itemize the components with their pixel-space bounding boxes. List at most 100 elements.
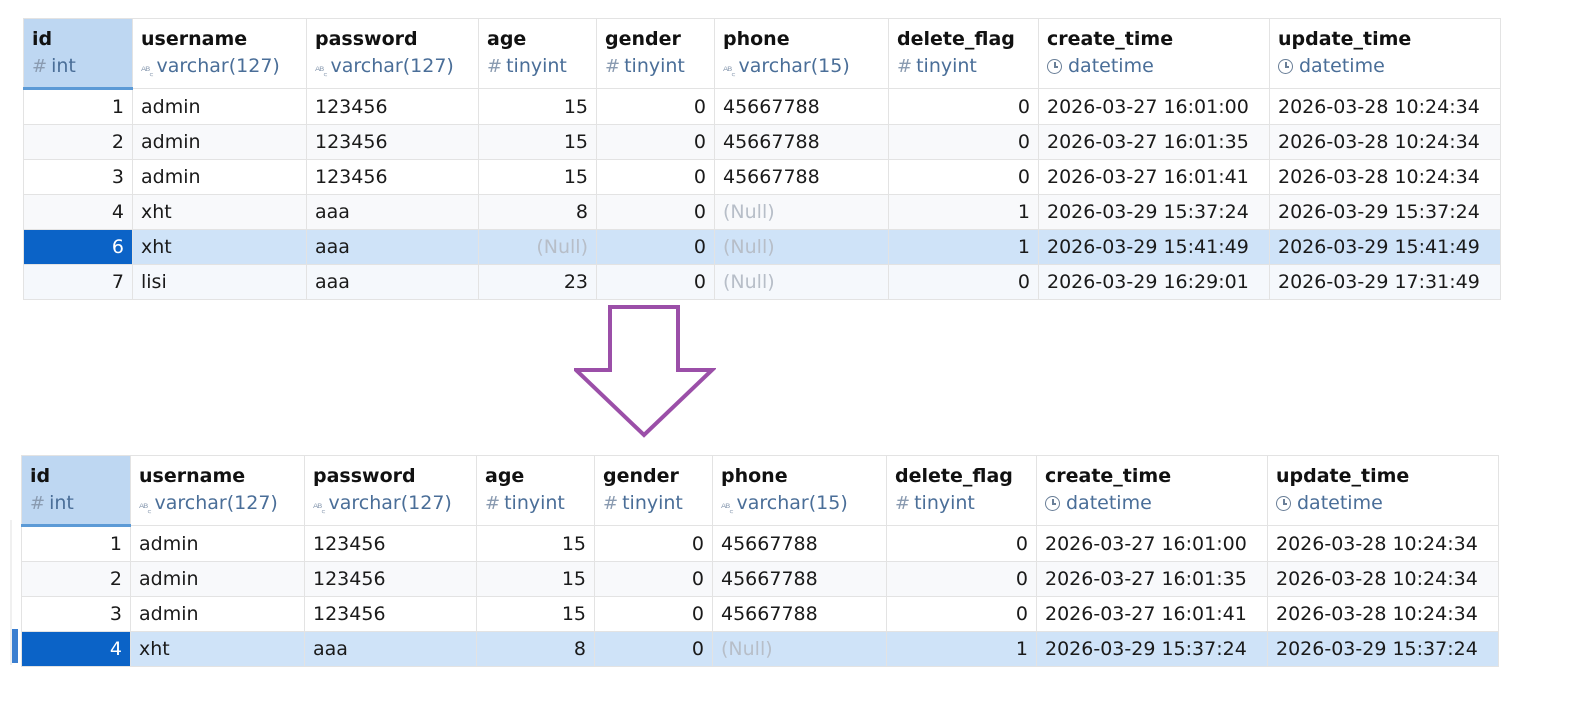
cell-id[interactable]: 6	[23, 229, 133, 265]
cell-gender[interactable]: 0	[596, 159, 715, 195]
cell-username[interactable]: xht	[132, 229, 307, 265]
table-row-selected[interactable]: 6 xht aaa (Null) 0 (Null) 1 2026-03-29 1…	[23, 229, 1501, 265]
cell-delete-flag[interactable]: 0	[888, 264, 1039, 300]
cell-delete-flag[interactable]: 1	[886, 631, 1037, 667]
table-row[interactable]: 3 admin 123456 15 0 45667788 0 2026-03-2…	[23, 159, 1501, 195]
cell-phone[interactable]: (Null)	[714, 264, 889, 300]
table-row[interactable]: 7 lisi aaa 23 0 (Null) 0 2026-03-29 16:2…	[23, 264, 1501, 300]
cell-password[interactable]: 123456	[306, 88, 479, 125]
column-header-password[interactable]: password ᴬᴮ꜀ varchar(127)	[304, 455, 477, 526]
cell-password[interactable]: aaa	[304, 631, 477, 667]
cell-age[interactable]: 15	[476, 561, 595, 597]
column-header-phone[interactable]: phone ᴬᴮ꜀ varchar(15)	[712, 455, 887, 526]
cell-age[interactable]: 15	[478, 88, 597, 125]
cell-gender[interactable]: 0	[594, 631, 713, 667]
column-header-username[interactable]: username ᴬᴮ꜀ varchar(127)	[130, 455, 305, 526]
column-header-age[interactable]: age # tinyint	[476, 455, 595, 526]
cell-update-time[interactable]: 2026-03-29 15:37:24	[1267, 631, 1499, 667]
cell-update-time[interactable]: 2026-03-28 10:24:34	[1267, 596, 1499, 632]
cell-password[interactable]: aaa	[306, 264, 479, 300]
cell-id[interactable]: 2	[21, 561, 131, 597]
cell-age[interactable]: (Null)	[478, 229, 597, 265]
cell-create-time[interactable]: 2026-03-27 16:01:00	[1036, 525, 1268, 562]
cell-create-time[interactable]: 2026-03-27 16:01:00	[1038, 88, 1270, 125]
cell-create-time[interactable]: 2026-03-27 16:01:35	[1038, 124, 1270, 160]
cell-phone[interactable]: (Null)	[714, 194, 889, 230]
cell-delete-flag[interactable]: 0	[886, 561, 1037, 597]
cell-password[interactable]: 123456	[306, 159, 479, 195]
cell-id[interactable]: 3	[21, 596, 131, 632]
column-header-id[interactable]: id # int	[21, 455, 131, 527]
cell-update-time[interactable]: 2026-03-28 10:24:34	[1267, 561, 1499, 597]
cell-username[interactable]: admin	[130, 596, 305, 632]
cell-phone[interactable]: (Null)	[712, 631, 887, 667]
cell-update-time[interactable]: 2026-03-28 10:24:34	[1267, 525, 1499, 562]
table-row-selected[interactable]: 4 xht aaa 8 0 (Null) 1 2026-03-29 15:37:…	[21, 631, 1499, 667]
column-header-create-time[interactable]: create_time datetime	[1036, 455, 1268, 526]
table-row[interactable]: 2 admin 123456 15 0 45667788 0 2026-03-2…	[21, 561, 1499, 597]
column-header-update-time[interactable]: update_time datetime	[1267, 455, 1499, 526]
column-header-create-time[interactable]: create_time datetime	[1038, 18, 1270, 89]
cell-age[interactable]: 15	[476, 525, 595, 562]
cell-id[interactable]: 2	[23, 124, 133, 160]
column-header-delete-flag[interactable]: delete_flag # tinyint	[886, 455, 1037, 526]
cell-update-time[interactable]: 2026-03-28 10:24:34	[1269, 159, 1501, 195]
cell-create-time[interactable]: 2026-03-29 15:37:24	[1036, 631, 1268, 667]
cell-gender[interactable]: 0	[596, 124, 715, 160]
cell-password[interactable]: 123456	[304, 561, 477, 597]
cell-gender[interactable]: 0	[594, 561, 713, 597]
cell-update-time[interactable]: 2026-03-29 15:37:24	[1269, 194, 1501, 230]
cell-update-time[interactable]: 2026-03-29 17:31:49	[1269, 264, 1501, 300]
cell-gender[interactable]: 0	[594, 596, 713, 632]
column-header-phone[interactable]: phone ᴬᴮ꜀ varchar(15)	[714, 18, 889, 89]
column-header-id[interactable]: id # int	[23, 18, 133, 90]
cell-phone[interactable]: 45667788	[712, 561, 887, 597]
cell-password[interactable]: aaa	[306, 194, 479, 230]
cell-delete-flag[interactable]: 0	[886, 596, 1037, 632]
cell-create-time[interactable]: 2026-03-27 16:01:41	[1036, 596, 1268, 632]
cell-create-time[interactable]: 2026-03-27 16:01:41	[1038, 159, 1270, 195]
cell-phone[interactable]: 45667788	[714, 88, 889, 125]
cell-age[interactable]: 15	[478, 124, 597, 160]
cell-username[interactable]: lisi	[132, 264, 307, 300]
cell-age[interactable]: 15	[478, 159, 597, 195]
column-header-gender[interactable]: gender # tinyint	[594, 455, 713, 526]
table-row[interactable]: 1 admin 123456 15 0 45667788 0 2026-03-2…	[23, 88, 1501, 125]
cell-username[interactable]: xht	[132, 194, 307, 230]
column-header-age[interactable]: age # tinyint	[478, 18, 597, 89]
cell-update-time[interactable]: 2026-03-28 10:24:34	[1269, 124, 1501, 160]
cell-delete-flag[interactable]: 0	[886, 525, 1037, 562]
cell-id[interactable]: 1	[23, 88, 133, 125]
cell-password[interactable]: 123456	[304, 596, 477, 632]
table-row[interactable]: 1 admin 123456 15 0 45667788 0 2026-03-2…	[21, 525, 1499, 562]
cell-username[interactable]: admin	[132, 88, 307, 125]
cell-phone[interactable]: (Null)	[714, 229, 889, 265]
cell-delete-flag[interactable]: 0	[888, 159, 1039, 195]
cell-username[interactable]: admin	[132, 124, 307, 160]
cell-update-time[interactable]: 2026-03-28 10:24:34	[1269, 88, 1501, 125]
cell-gender[interactable]: 0	[596, 194, 715, 230]
table-row[interactable]: 4 xht aaa 8 0 (Null) 1 2026-03-29 15:37:…	[23, 194, 1501, 230]
cell-delete-flag[interactable]: 0	[888, 124, 1039, 160]
cell-username[interactable]: admin	[130, 525, 305, 562]
cell-gender[interactable]: 0	[596, 88, 715, 125]
cell-id[interactable]: 4	[23, 194, 133, 230]
cell-id[interactable]: 3	[23, 159, 133, 195]
cell-gender[interactable]: 0	[594, 525, 713, 562]
cell-create-time[interactable]: 2026-03-29 16:29:01	[1038, 264, 1270, 300]
cell-age[interactable]: 8	[478, 194, 597, 230]
column-header-username[interactable]: username ᴬᴮ꜀ varchar(127)	[132, 18, 307, 89]
column-header-delete-flag[interactable]: delete_flag # tinyint	[888, 18, 1039, 89]
cell-id[interactable]: 4	[21, 631, 131, 667]
cell-delete-flag[interactable]: 0	[888, 88, 1039, 125]
cell-age[interactable]: 23	[478, 264, 597, 300]
column-header-password[interactable]: password ᴬᴮ꜀ varchar(127)	[306, 18, 479, 89]
column-header-update-time[interactable]: update_time datetime	[1269, 18, 1501, 89]
cell-age[interactable]: 15	[476, 596, 595, 632]
column-header-gender[interactable]: gender # tinyint	[596, 18, 715, 89]
cell-delete-flag[interactable]: 1	[888, 229, 1039, 265]
cell-age[interactable]: 8	[476, 631, 595, 667]
cell-password[interactable]: 123456	[304, 525, 477, 562]
cell-update-time[interactable]: 2026-03-29 15:41:49	[1269, 229, 1501, 265]
cell-password[interactable]: 123456	[306, 124, 479, 160]
